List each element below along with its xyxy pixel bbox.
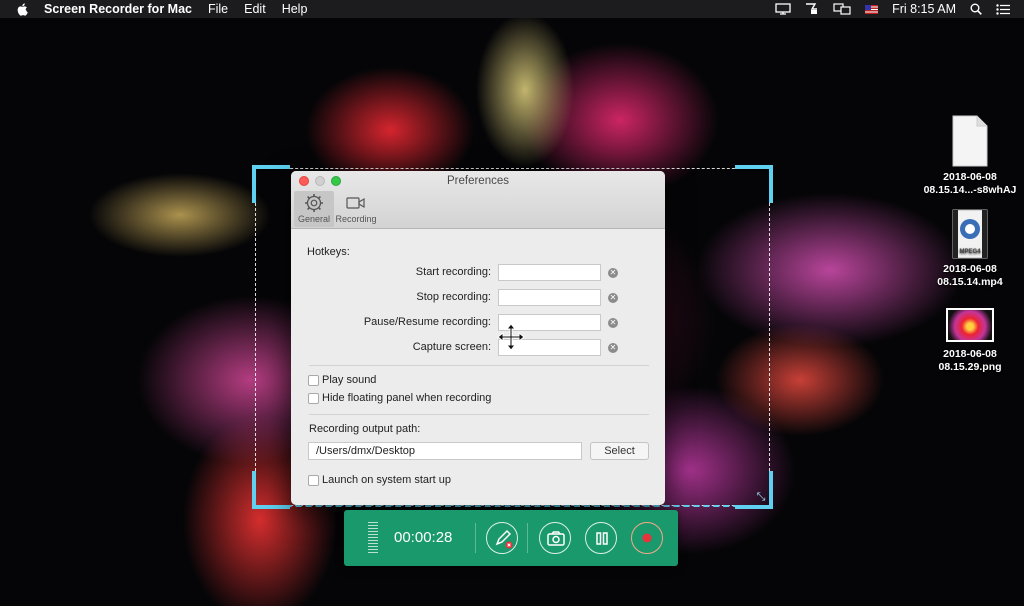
frame-corner-handle-top-left[interactable]: [252, 165, 290, 203]
display-mirroring-icon[interactable]: [833, 3, 851, 15]
mpeg4-video-icon: MPEG4: [952, 209, 988, 259]
stop-recording-button[interactable]: [631, 522, 663, 554]
desktop-file-name-line1: 2018-06-08: [943, 348, 997, 360]
clear-start-hotkey-icon[interactable]: ✕: [608, 268, 618, 278]
hotkey-label-capture: Capture screen:: [412, 341, 491, 353]
camera-icon: [547, 531, 565, 546]
clear-capture-hotkey-icon[interactable]: ✕: [608, 343, 618, 353]
audio-level-meter: [368, 522, 378, 554]
menu-edit[interactable]: Edit: [244, 2, 266, 16]
launch-on-startup-checkbox[interactable]: [308, 475, 319, 486]
hotkey-label-stop: Stop recording:: [416, 291, 491, 303]
play-sound-label: Play sound: [322, 374, 377, 386]
resize-handle-icon[interactable]: ⤡: [755, 491, 767, 503]
hotkey-label-start: Start recording:: [415, 266, 491, 278]
screenshot-button[interactable]: [539, 522, 571, 554]
hotkey-input-stop-recording[interactable]: [498, 289, 601, 306]
desktop-wallpaper: Screen Recorder for Mac File Edit Help F…: [0, 0, 1024, 606]
separator: [309, 365, 649, 366]
spotlight-search-icon[interactable]: [970, 3, 982, 15]
move-cursor-icon: [497, 323, 525, 351]
desktop-file-name-line2: 08.15.14...-s8whAJ: [923, 184, 1017, 196]
tab-general-label: General: [297, 214, 331, 224]
image-thumbnail-icon: [946, 308, 994, 342]
menu-bar: Screen Recorder for Mac File Edit Help F…: [0, 0, 1024, 18]
clear-stop-hotkey-icon[interactable]: ✕: [608, 293, 618, 303]
desktop-file-document[interactable]: 2018-06-08 08.15.14...-s8whAJ: [920, 115, 1020, 197]
clear-pause-hotkey-icon[interactable]: ✕: [608, 318, 618, 328]
video-camera-icon: [346, 197, 365, 209]
desktop-file-name-line2: 08.15.14.mp4: [937, 276, 1003, 288]
desktop-file-name-line1: 2018-06-08: [943, 171, 997, 183]
frame-corner-handle-top-right[interactable]: [735, 165, 773, 203]
pause-button[interactable]: [585, 522, 617, 554]
tab-recording[interactable]: Recording: [333, 191, 379, 227]
frame-corner-handle-bottom-left[interactable]: [252, 471, 290, 509]
desktop-file-name-line1: 2018-06-08: [943, 263, 997, 275]
menu-file[interactable]: File: [208, 2, 228, 16]
presentation-status-icon[interactable]: [775, 3, 791, 15]
recorder-status-icon[interactable]: [805, 3, 819, 15]
launch-on-startup-label: Launch on system start up: [322, 474, 452, 486]
play-sound-checkbox[interactable]: [308, 375, 319, 386]
document-icon: [952, 115, 988, 167]
panel-divider: [527, 523, 528, 553]
hotkeys-heading: Hotkeys:: [307, 246, 350, 258]
annotate-pen-icon: [495, 529, 513, 549]
us-flag-input-icon[interactable]: [865, 4, 879, 14]
output-path-field[interactable]: /Users/dmx/Desktop: [308, 442, 582, 460]
menu-help[interactable]: Help: [282, 2, 308, 16]
hide-panel-checkbox[interactable]: [308, 393, 319, 404]
svg-text:MPEG4: MPEG4: [959, 249, 981, 255]
output-path-label: Recording output path:: [309, 423, 421, 435]
select-path-button[interactable]: Select: [590, 442, 649, 460]
record-icon: [642, 533, 652, 543]
tab-general[interactable]: General: [294, 191, 334, 227]
apple-menu-icon[interactable]: [16, 2, 28, 16]
window-title: Preferences: [446, 175, 509, 187]
frame-corner-handle-bottom-right[interactable]: [735, 471, 773, 509]
hotkey-input-start-recording[interactable]: [498, 264, 601, 281]
preferences-toolbar: Preferences General Recording: [291, 171, 665, 229]
frame-bottom-edge: [256, 505, 769, 507]
panel-divider: [475, 523, 476, 553]
hide-panel-label: Hide floating panel when recording: [322, 392, 492, 404]
menu-app-name[interactable]: Screen Recorder for Mac: [44, 2, 192, 16]
pause-icon: [596, 532, 608, 545]
separator: [309, 414, 649, 415]
preferences-window: Preferences General Recording Hotkeys: S: [291, 171, 665, 505]
desktop-file-png[interactable]: 2018-06-08 08.15.29.png: [920, 308, 1020, 374]
recording-timer: 00:00:28: [394, 529, 453, 546]
annotate-button[interactable]: [486, 522, 518, 554]
notification-center-icon[interactable]: [996, 3, 1010, 15]
menu-clock[interactable]: Fri 8:15 AM: [892, 2, 956, 16]
gear-icon: [305, 194, 323, 212]
recording-control-panel: 00:00:28: [344, 510, 678, 566]
hotkey-label-pause-resume: Pause/Resume recording:: [363, 316, 491, 328]
desktop-file-mp4[interactable]: MPEG4 2018-06-08 08.15.14.mp4: [920, 209, 1020, 289]
desktop-file-name-line2: 08.15.29.png: [938, 361, 1002, 373]
tab-recording-label: Recording: [335, 214, 377, 224]
